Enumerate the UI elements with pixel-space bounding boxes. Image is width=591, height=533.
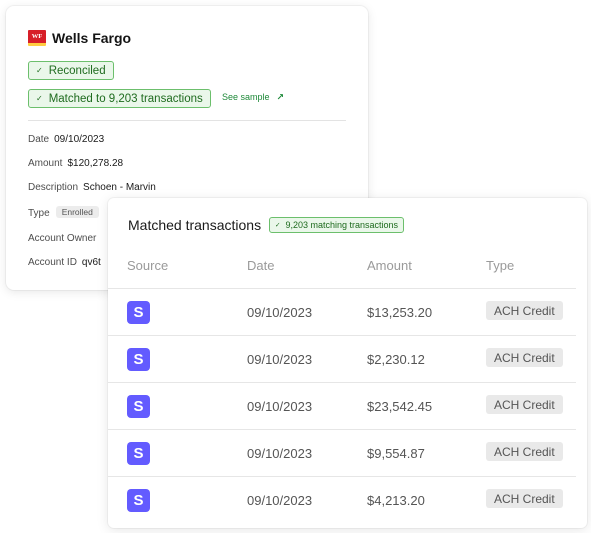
divider: [28, 120, 346, 121]
type-badge: ACH Credit: [486, 489, 563, 508]
table-row[interactable]: S 09/10/2023 $4,213.20 ACH Credit: [108, 476, 576, 523]
table-row[interactable]: S 09/10/2023 $2,230.12 ACH Credit: [108, 335, 576, 382]
row-date: 09/10/2023: [247, 305, 313, 320]
stripe-logo-icon: S: [127, 442, 150, 465]
matched-count-badge: ✓ Matched to 9,203 transactions: [28, 89, 211, 108]
row-amount: $2,230.12: [367, 352, 425, 367]
stripe-logo-icon: S: [127, 348, 150, 371]
row-date: 09/10/2023: [247, 493, 313, 508]
type-badge: ACH Credit: [486, 442, 563, 461]
table-row[interactable]: S 09/10/2023 $13,253.20 ACH Credit: [108, 288, 576, 335]
type-badge: ACH Credit: [486, 348, 563, 367]
field-amount-value: $120,278.28: [67, 158, 124, 169]
bank-header: WF Wells Fargo: [28, 30, 131, 46]
field-type: Type Enrolled: [28, 206, 99, 219]
matching-count-badge: ✓ 9,203 matching transactions: [269, 217, 405, 233]
row-amount: $13,253.20: [367, 305, 433, 320]
field-account-id-label: Account ID: [28, 257, 77, 268]
table-row[interactable]: S 09/10/2023 $9,554.87 ACH Credit: [108, 429, 576, 476]
matched-transactions-title: Matched transactions: [128, 217, 262, 233]
field-account-owner: Account Owner: [28, 233, 101, 244]
row-date: 09/10/2023: [247, 399, 313, 414]
matching-count-label: 9,203 matching transactions: [285, 220, 399, 230]
field-description-value: Schoen - Marvin: [83, 182, 156, 193]
field-amount: Amount $120,278.28: [28, 158, 123, 169]
field-description-label: Description: [28, 182, 79, 193]
table-row[interactable]: S 09/10/2023 $23,542.45 ACH Credit: [108, 382, 576, 429]
arrow-up-right-icon: ↗: [276, 92, 285, 102]
enrolled-badge: Enrolled: [55, 206, 99, 218]
field-account-id-value: qv6t: [81, 257, 101, 268]
row-date: 09/10/2023: [247, 446, 313, 461]
check-icon: ✓: [36, 94, 43, 103]
row-amount: $23,542.45: [367, 399, 433, 414]
reconciled-label: Reconciled: [48, 64, 106, 77]
bank-name: Wells Fargo: [52, 30, 132, 46]
column-header-date[interactable]: Date: [247, 258, 274, 273]
field-account-id: Account ID qv6t: [28, 257, 101, 268]
field-date: Date 09/10/2023: [28, 134, 104, 145]
reconciled-badge: ✓ Reconciled: [28, 61, 114, 80]
column-header-amount[interactable]: Amount: [367, 258, 412, 273]
type-badge: ACH Credit: [486, 301, 563, 320]
row-amount: $4,213.20: [367, 493, 425, 508]
field-description: Description Schoen - Marvin: [28, 182, 156, 193]
field-amount-label: Amount: [28, 158, 63, 169]
see-sample-label: See sample: [222, 92, 270, 102]
stripe-logo-icon: S: [127, 489, 150, 512]
check-icon: ✓: [275, 222, 281, 229]
see-sample-link[interactable]: See sample ↗: [222, 92, 284, 103]
check-icon: ✓: [36, 66, 43, 75]
matched-transactions-card: Matched transactions ✓ 9,203 matching tr…: [108, 198, 587, 528]
matched-count-label: Matched to 9,203 transactions: [48, 92, 203, 105]
stripe-logo-icon: S: [127, 301, 150, 324]
field-date-label: Date: [28, 134, 50, 145]
row-date: 09/10/2023: [247, 352, 313, 367]
field-account-owner-label: Account Owner: [28, 233, 97, 244]
column-header-type[interactable]: Type: [486, 258, 514, 273]
stripe-logo-icon: S: [127, 395, 150, 418]
column-header-source[interactable]: Source: [127, 258, 168, 273]
row-amount: $9,554.87: [367, 446, 425, 461]
field-type-label: Type: [28, 208, 50, 219]
field-date-value: 09/10/2023: [54, 134, 105, 145]
type-badge: ACH Credit: [486, 395, 563, 414]
wells-fargo-logo-icon: WF: [28, 30, 46, 46]
